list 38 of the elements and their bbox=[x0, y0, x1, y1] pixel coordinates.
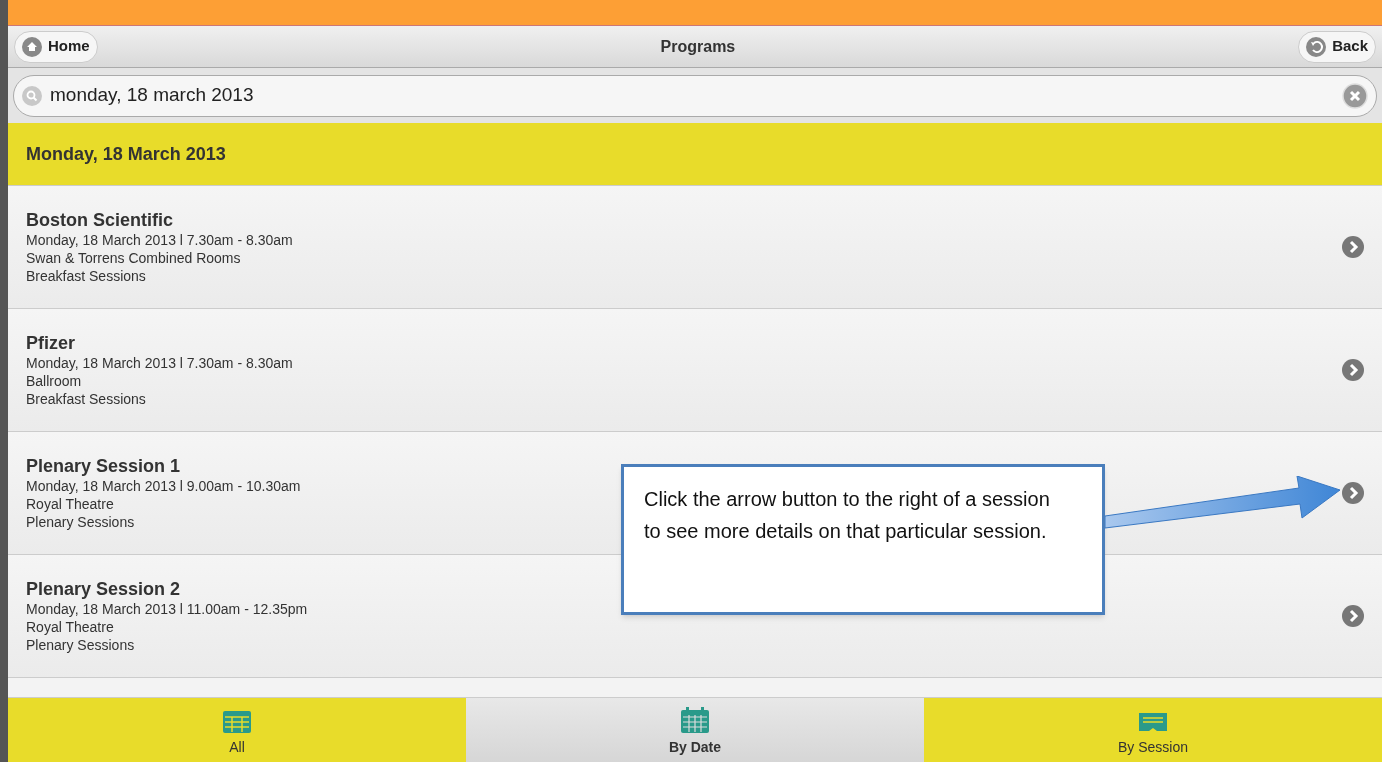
session-room: Swan & Torrens Combined Rooms bbox=[26, 249, 241, 267]
search-bar[interactable]: monday, 18 march 2013 bbox=[13, 74, 1377, 117]
chevron-right-icon[interactable] bbox=[1342, 605, 1364, 627]
session-category: Breakfast Sessions bbox=[26, 267, 146, 285]
chevron-right-icon[interactable] bbox=[1342, 236, 1364, 258]
session-time: Monday, 18 March 2013 l 7.30am - 8.30am bbox=[26, 354, 293, 372]
session-title: Plenary Session 2 bbox=[26, 578, 181, 600]
ticket-icon bbox=[1139, 711, 1167, 733]
session-room: Ballroom bbox=[26, 372, 82, 390]
page-title: Programs bbox=[660, 36, 736, 57]
session-row[interactable]: Boston Scientific Monday, 18 March 2013 l 7.30am - 8.30am Swan & Torrens Combined Rooms Breakfast Sessions bbox=[8, 186, 1382, 309]
calendar-icon bbox=[681, 707, 709, 733]
session-time: Monday, 18 March 2013 l 7.30am - 8.30am bbox=[26, 231, 293, 249]
session-title: Plenary Session 1 bbox=[26, 455, 181, 477]
tab[interactable]: All bbox=[8, 698, 466, 762]
session-row[interactable]: Pfizer Monday, 18 March 2013 l 7.30am - 8.30am Ballroom Breakfast Sessions bbox=[8, 309, 1382, 432]
home-icon bbox=[22, 36, 42, 57]
search-icon bbox=[22, 85, 42, 106]
tab[interactable]: By Session bbox=[924, 698, 1382, 762]
table-icon bbox=[223, 711, 251, 733]
session-category: Breakfast Sessions bbox=[26, 390, 146, 408]
session-category: Plenary Sessions bbox=[26, 513, 135, 531]
session-category: Plenary Sessions bbox=[26, 636, 135, 654]
session-time: Monday, 18 March 2013 l 11.00am - 12.35pm bbox=[26, 600, 308, 618]
chevron-right-icon[interactable] bbox=[1342, 359, 1364, 381]
session-room: Royal Theatre bbox=[26, 618, 114, 636]
callout-text: Click the arrow button to the right of a session to see more details on that particular session. bbox=[644, 487, 1051, 544]
tab[interactable]: By Date bbox=[466, 698, 924, 762]
date-heading: Monday, 18 March 2013 bbox=[26, 142, 226, 166]
back-button[interactable]: Back bbox=[1298, 30, 1376, 63]
home-button[interactable]: Home bbox=[14, 30, 98, 63]
session-room: Royal Theatre bbox=[26, 495, 114, 513]
session-time: Monday, 18 March 2013 l 9.00am - 10.30am bbox=[26, 477, 301, 495]
clear-icon[interactable] bbox=[1342, 82, 1368, 109]
chevron-right-icon[interactable] bbox=[1342, 482, 1364, 504]
back-icon bbox=[1306, 36, 1327, 57]
session-title: Boston Scientific bbox=[26, 209, 173, 231]
session-title: Pfizer bbox=[26, 332, 76, 354]
